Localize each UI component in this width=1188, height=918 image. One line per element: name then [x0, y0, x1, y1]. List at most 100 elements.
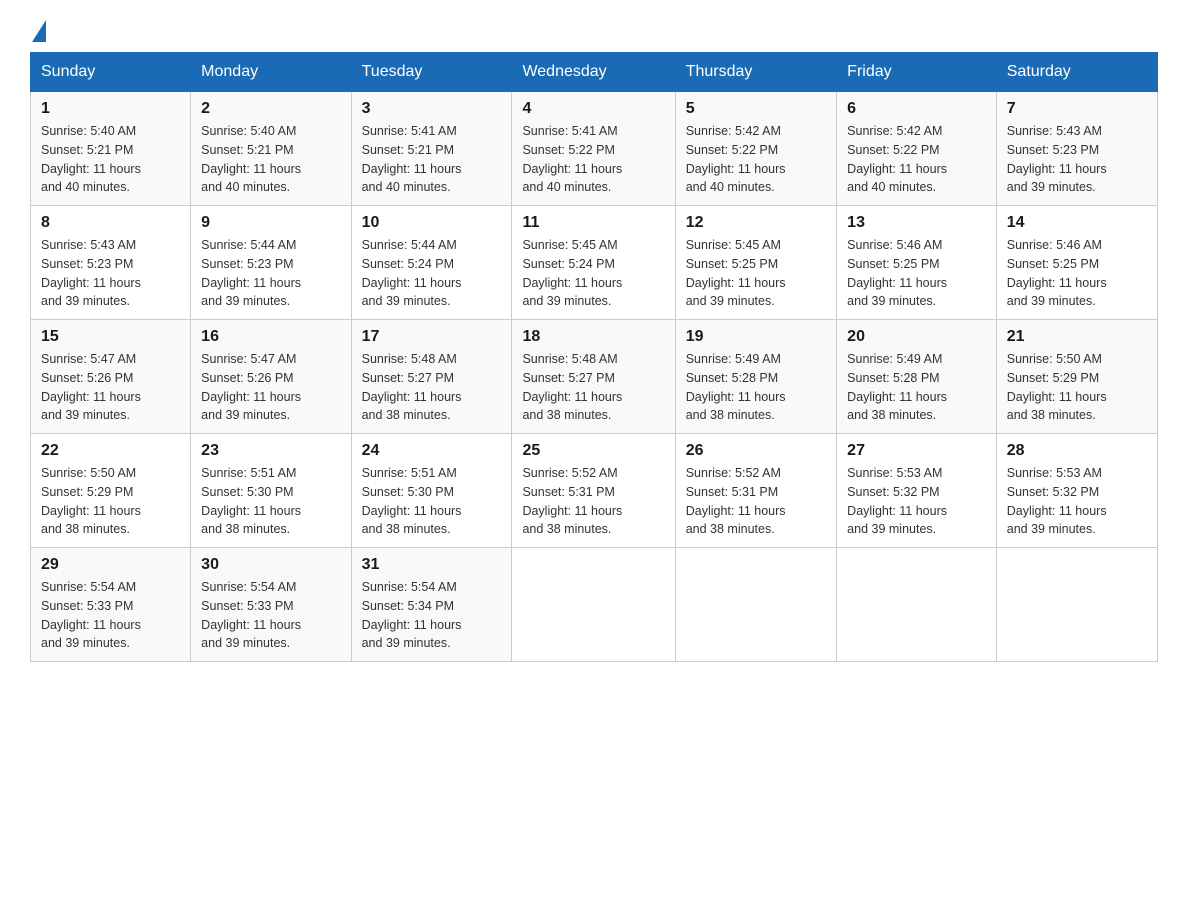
day-number: 27	[847, 442, 986, 460]
calendar-week-row: 22 Sunrise: 5:50 AMSunset: 5:29 PMDaylig…	[31, 434, 1158, 548]
day-number: 11	[522, 214, 664, 232]
day-info: Sunrise: 5:43 AMSunset: 5:23 PMDaylight:…	[1007, 124, 1107, 194]
day-number: 13	[847, 214, 986, 232]
logo-triangle-icon	[32, 20, 46, 42]
calendar-cell: 20 Sunrise: 5:49 AMSunset: 5:28 PMDaylig…	[837, 320, 997, 434]
day-number: 6	[847, 100, 986, 118]
calendar-cell: 4 Sunrise: 5:41 AMSunset: 5:22 PMDayligh…	[512, 92, 675, 206]
calendar-cell: 23 Sunrise: 5:51 AMSunset: 5:30 PMDaylig…	[191, 434, 351, 548]
calendar-cell: 9 Sunrise: 5:44 AMSunset: 5:23 PMDayligh…	[191, 206, 351, 320]
day-info: Sunrise: 5:41 AMSunset: 5:21 PMDaylight:…	[362, 124, 462, 194]
day-number: 12	[686, 214, 826, 232]
day-number: 5	[686, 100, 826, 118]
calendar-cell: 1 Sunrise: 5:40 AMSunset: 5:21 PMDayligh…	[31, 92, 191, 206]
day-number: 30	[201, 556, 340, 574]
calendar-week-row: 1 Sunrise: 5:40 AMSunset: 5:21 PMDayligh…	[31, 92, 1158, 206]
day-number: 22	[41, 442, 180, 460]
day-number: 28	[1007, 442, 1147, 460]
day-info: Sunrise: 5:41 AMSunset: 5:22 PMDaylight:…	[522, 124, 622, 194]
day-info: Sunrise: 5:44 AMSunset: 5:23 PMDaylight:…	[201, 238, 301, 308]
calendar-week-row: 8 Sunrise: 5:43 AMSunset: 5:23 PMDayligh…	[31, 206, 1158, 320]
day-number: 8	[41, 214, 180, 232]
header-thursday: Thursday	[675, 53, 836, 92]
calendar-cell: 6 Sunrise: 5:42 AMSunset: 5:22 PMDayligh…	[837, 92, 997, 206]
calendar-cell: 19 Sunrise: 5:49 AMSunset: 5:28 PMDaylig…	[675, 320, 836, 434]
calendar-cell: 16 Sunrise: 5:47 AMSunset: 5:26 PMDaylig…	[191, 320, 351, 434]
day-info: Sunrise: 5:45 AMSunset: 5:24 PMDaylight:…	[522, 238, 622, 308]
day-info: Sunrise: 5:40 AMSunset: 5:21 PMDaylight:…	[201, 124, 301, 194]
day-info: Sunrise: 5:54 AMSunset: 5:33 PMDaylight:…	[41, 580, 141, 650]
day-info: Sunrise: 5:47 AMSunset: 5:26 PMDaylight:…	[41, 352, 141, 422]
day-info: Sunrise: 5:54 AMSunset: 5:33 PMDaylight:…	[201, 580, 301, 650]
calendar-table: SundayMondayTuesdayWednesdayThursdayFrid…	[30, 52, 1158, 662]
day-info: Sunrise: 5:48 AMSunset: 5:27 PMDaylight:…	[362, 352, 462, 422]
day-info: Sunrise: 5:50 AMSunset: 5:29 PMDaylight:…	[41, 466, 141, 536]
day-number: 21	[1007, 328, 1147, 346]
day-info: Sunrise: 5:46 AMSunset: 5:25 PMDaylight:…	[847, 238, 947, 308]
calendar-cell: 12 Sunrise: 5:45 AMSunset: 5:25 PMDaylig…	[675, 206, 836, 320]
calendar-cell: 7 Sunrise: 5:43 AMSunset: 5:23 PMDayligh…	[996, 92, 1157, 206]
day-info: Sunrise: 5:46 AMSunset: 5:25 PMDaylight:…	[1007, 238, 1107, 308]
calendar-cell: 11 Sunrise: 5:45 AMSunset: 5:24 PMDaylig…	[512, 206, 675, 320]
day-number: 14	[1007, 214, 1147, 232]
calendar-cell	[675, 548, 836, 662]
day-info: Sunrise: 5:42 AMSunset: 5:22 PMDaylight:…	[847, 124, 947, 194]
day-info: Sunrise: 5:50 AMSunset: 5:29 PMDaylight:…	[1007, 352, 1107, 422]
day-number: 20	[847, 328, 986, 346]
day-number: 16	[201, 328, 340, 346]
day-info: Sunrise: 5:43 AMSunset: 5:23 PMDaylight:…	[41, 238, 141, 308]
calendar-cell: 17 Sunrise: 5:48 AMSunset: 5:27 PMDaylig…	[351, 320, 512, 434]
day-number: 25	[522, 442, 664, 460]
header-friday: Friday	[837, 53, 997, 92]
calendar-cell: 13 Sunrise: 5:46 AMSunset: 5:25 PMDaylig…	[837, 206, 997, 320]
calendar-cell: 26 Sunrise: 5:52 AMSunset: 5:31 PMDaylig…	[675, 434, 836, 548]
day-number: 29	[41, 556, 180, 574]
header-wednesday: Wednesday	[512, 53, 675, 92]
day-info: Sunrise: 5:54 AMSunset: 5:34 PMDaylight:…	[362, 580, 462, 650]
day-info: Sunrise: 5:49 AMSunset: 5:28 PMDaylight:…	[847, 352, 947, 422]
calendar-header-row: SundayMondayTuesdayWednesdayThursdayFrid…	[31, 53, 1158, 92]
day-info: Sunrise: 5:52 AMSunset: 5:31 PMDaylight:…	[686, 466, 786, 536]
calendar-cell	[837, 548, 997, 662]
calendar-cell: 3 Sunrise: 5:41 AMSunset: 5:21 PMDayligh…	[351, 92, 512, 206]
day-number: 4	[522, 100, 664, 118]
day-number: 23	[201, 442, 340, 460]
day-info: Sunrise: 5:53 AMSunset: 5:32 PMDaylight:…	[1007, 466, 1107, 536]
day-number: 31	[362, 556, 502, 574]
calendar-week-row: 29 Sunrise: 5:54 AMSunset: 5:33 PMDaylig…	[31, 548, 1158, 662]
calendar-cell: 31 Sunrise: 5:54 AMSunset: 5:34 PMDaylig…	[351, 548, 512, 662]
calendar-cell: 27 Sunrise: 5:53 AMSunset: 5:32 PMDaylig…	[837, 434, 997, 548]
calendar-cell: 18 Sunrise: 5:48 AMSunset: 5:27 PMDaylig…	[512, 320, 675, 434]
day-info: Sunrise: 5:51 AMSunset: 5:30 PMDaylight:…	[362, 466, 462, 536]
day-info: Sunrise: 5:42 AMSunset: 5:22 PMDaylight:…	[686, 124, 786, 194]
calendar-cell: 25 Sunrise: 5:52 AMSunset: 5:31 PMDaylig…	[512, 434, 675, 548]
day-number: 15	[41, 328, 180, 346]
day-number: 2	[201, 100, 340, 118]
calendar-cell: 29 Sunrise: 5:54 AMSunset: 5:33 PMDaylig…	[31, 548, 191, 662]
calendar-cell: 28 Sunrise: 5:53 AMSunset: 5:32 PMDaylig…	[996, 434, 1157, 548]
page-header	[30, 20, 1158, 42]
header-tuesday: Tuesday	[351, 53, 512, 92]
calendar-cell: 5 Sunrise: 5:42 AMSunset: 5:22 PMDayligh…	[675, 92, 836, 206]
calendar-cell: 15 Sunrise: 5:47 AMSunset: 5:26 PMDaylig…	[31, 320, 191, 434]
calendar-cell: 21 Sunrise: 5:50 AMSunset: 5:29 PMDaylig…	[996, 320, 1157, 434]
header-saturday: Saturday	[996, 53, 1157, 92]
day-info: Sunrise: 5:44 AMSunset: 5:24 PMDaylight:…	[362, 238, 462, 308]
header-sunday: Sunday	[31, 53, 191, 92]
logo	[30, 20, 74, 42]
day-number: 9	[201, 214, 340, 232]
calendar-cell: 2 Sunrise: 5:40 AMSunset: 5:21 PMDayligh…	[191, 92, 351, 206]
day-info: Sunrise: 5:52 AMSunset: 5:31 PMDaylight:…	[522, 466, 622, 536]
day-info: Sunrise: 5:45 AMSunset: 5:25 PMDaylight:…	[686, 238, 786, 308]
calendar-cell: 10 Sunrise: 5:44 AMSunset: 5:24 PMDaylig…	[351, 206, 512, 320]
calendar-week-row: 15 Sunrise: 5:47 AMSunset: 5:26 PMDaylig…	[31, 320, 1158, 434]
day-number: 3	[362, 100, 502, 118]
day-number: 1	[41, 100, 180, 118]
day-number: 24	[362, 442, 502, 460]
day-number: 17	[362, 328, 502, 346]
calendar-cell: 8 Sunrise: 5:43 AMSunset: 5:23 PMDayligh…	[31, 206, 191, 320]
calendar-cell	[996, 548, 1157, 662]
day-info: Sunrise: 5:51 AMSunset: 5:30 PMDaylight:…	[201, 466, 301, 536]
day-info: Sunrise: 5:47 AMSunset: 5:26 PMDaylight:…	[201, 352, 301, 422]
calendar-cell	[512, 548, 675, 662]
